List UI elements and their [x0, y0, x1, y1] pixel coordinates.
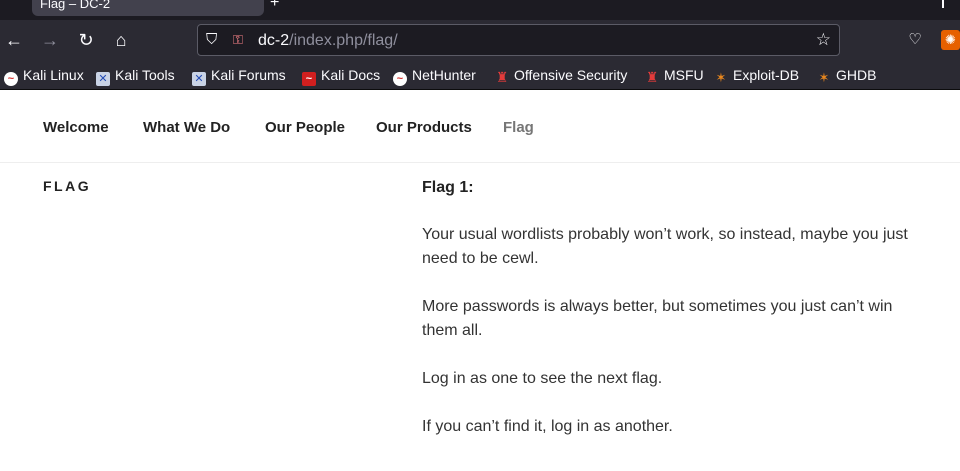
paragraph: Your usual wordlists probably won’t work… — [422, 226, 908, 267]
navigation-toolbar: ← → ↻ ⌂ ⛉ ⚿ dc-2/index.php/flag/ ☆ ♡ ✺ — [0, 20, 960, 60]
nav-link-flag[interactable]: Flag — [503, 119, 534, 137]
kali-tools-icon: ✕ — [192, 72, 206, 86]
address-bar[interactable]: ⛉ ⚿ dc-2/index.php/flag/ ☆ — [197, 24, 840, 56]
window-control[interactable] — [942, 0, 952, 8]
nav-link-welcome[interactable]: Welcome — [43, 119, 109, 137]
bookmarks-toolbar: ~ Kali Linux ✕ Kali Tools ✕ Kali Forums ~ Ka… — [0, 60, 960, 90]
bookmark-msfu[interactable]: ♜ MSFU — [645, 66, 704, 84]
tab-bar: Flag – DC-2 + — [0, 0, 960, 20]
offsec-icon: ♜ — [645, 69, 659, 85]
bookmark-label: MSFU — [664, 67, 704, 83]
bookmark-label: Kali Tools — [115, 67, 175, 83]
paragraph: More passwords is always better, but som… — [422, 298, 893, 339]
arrow-right-icon: → — [41, 30, 59, 50]
kali-dragon-icon: ~ — [393, 72, 407, 86]
bookmark-label: Kali Linux — [23, 67, 84, 83]
paragraph: If you can’t find it, log in as another. — [422, 418, 673, 435]
flag-heading: Flag 1: — [422, 179, 474, 196]
bookmark-label: GHDB — [836, 67, 877, 83]
page-title: FLAG — [43, 178, 92, 194]
bookmark-kali-forums[interactable]: ✕ Kali Forums — [192, 66, 286, 86]
kali-docs-icon: ~ — [302, 72, 316, 86]
exploit-db-bug-icon: ✶ — [818, 70, 830, 85]
insecure-lock-icon[interactable]: ⚿ — [233, 32, 245, 48]
new-tab-button[interactable]: + — [270, 0, 279, 12]
browser-tab[interactable]: Flag – DC-2 — [32, 0, 264, 16]
nav-link-our-products[interactable]: Our Products — [376, 119, 472, 137]
entry-content: Flag 1: Your usual wordlists probably wo… — [422, 178, 932, 463]
bookmark-kali-docs[interactable]: ~ Kali Docs — [302, 66, 381, 86]
bookmark-kali-tools[interactable]: ✕ Kali Tools — [96, 66, 175, 86]
arrow-left-icon: ← — [5, 30, 23, 50]
site-navigation: Welcome What We Do Our People Our Produc… — [0, 91, 960, 163]
url-text[interactable]: dc-2/index.php/flag/ — [258, 31, 398, 51]
extension-icon[interactable]: ✺ — [941, 30, 960, 50]
nav-link-what-we-do[interactable]: What We Do — [143, 119, 230, 137]
bookmark-nethunter[interactable]: ~ NetHunter — [393, 66, 476, 86]
kali-tools-icon: ✕ — [96, 72, 110, 86]
kali-dragon-icon: ~ — [4, 72, 18, 86]
url-path: /index.php/flag/ — [289, 32, 398, 49]
offsec-icon: ♜ — [495, 69, 509, 85]
home-icon: ⌂ — [115, 30, 127, 50]
bookmark-ghdb[interactable]: ✶ GHDB — [817, 66, 877, 85]
pocket-icon[interactable]: ♡ — [903, 28, 927, 52]
reload-button[interactable]: ↻ — [74, 28, 98, 52]
paragraph: Log in as one to see the next flag. — [422, 370, 663, 387]
url-host: dc-2 — [258, 32, 290, 49]
bookmark-star-icon[interactable]: ☆ — [816, 30, 831, 50]
back-button[interactable]: ← — [2, 28, 26, 52]
bookmark-label: Kali Forums — [211, 67, 286, 83]
shield-icon[interactable]: ⛉ — [206, 31, 222, 49]
bookmark-label: Kali Docs — [321, 67, 381, 83]
forward-button[interactable]: → — [38, 28, 62, 52]
bookmark-exploit-db[interactable]: ✶ Exploit-DB — [714, 66, 800, 85]
nav-link-our-people[interactable]: Our People — [265, 119, 345, 137]
bookmark-label: Exploit-DB — [733, 67, 800, 83]
exploit-db-bug-icon: ✶ — [715, 70, 727, 85]
bookmark-label: NetHunter — [412, 67, 476, 83]
reload-icon: ↻ — [78, 30, 94, 50]
bookmark-offensive-security[interactable]: ♜ Offensive Security — [495, 66, 628, 85]
home-button[interactable]: ⌂ — [109, 28, 133, 52]
bookmark-kali-linux[interactable]: ~ Kali Linux — [4, 66, 84, 86]
tab-title: Flag – DC-2 — [40, 0, 111, 11]
bookmark-label: Offensive Security — [514, 67, 628, 83]
